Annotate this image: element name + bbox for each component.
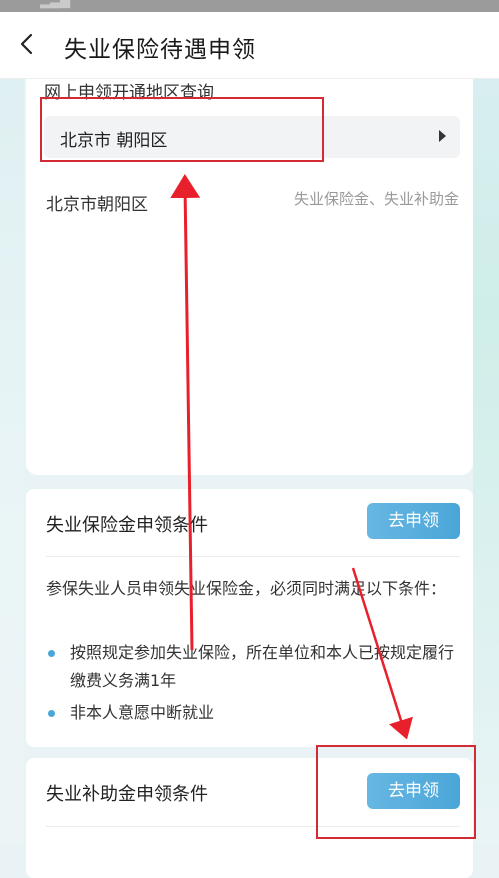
annotation-arrow-up xyxy=(170,174,201,651)
annotation-arrow-down xyxy=(351,567,413,740)
annotation-arrows xyxy=(170,174,413,740)
